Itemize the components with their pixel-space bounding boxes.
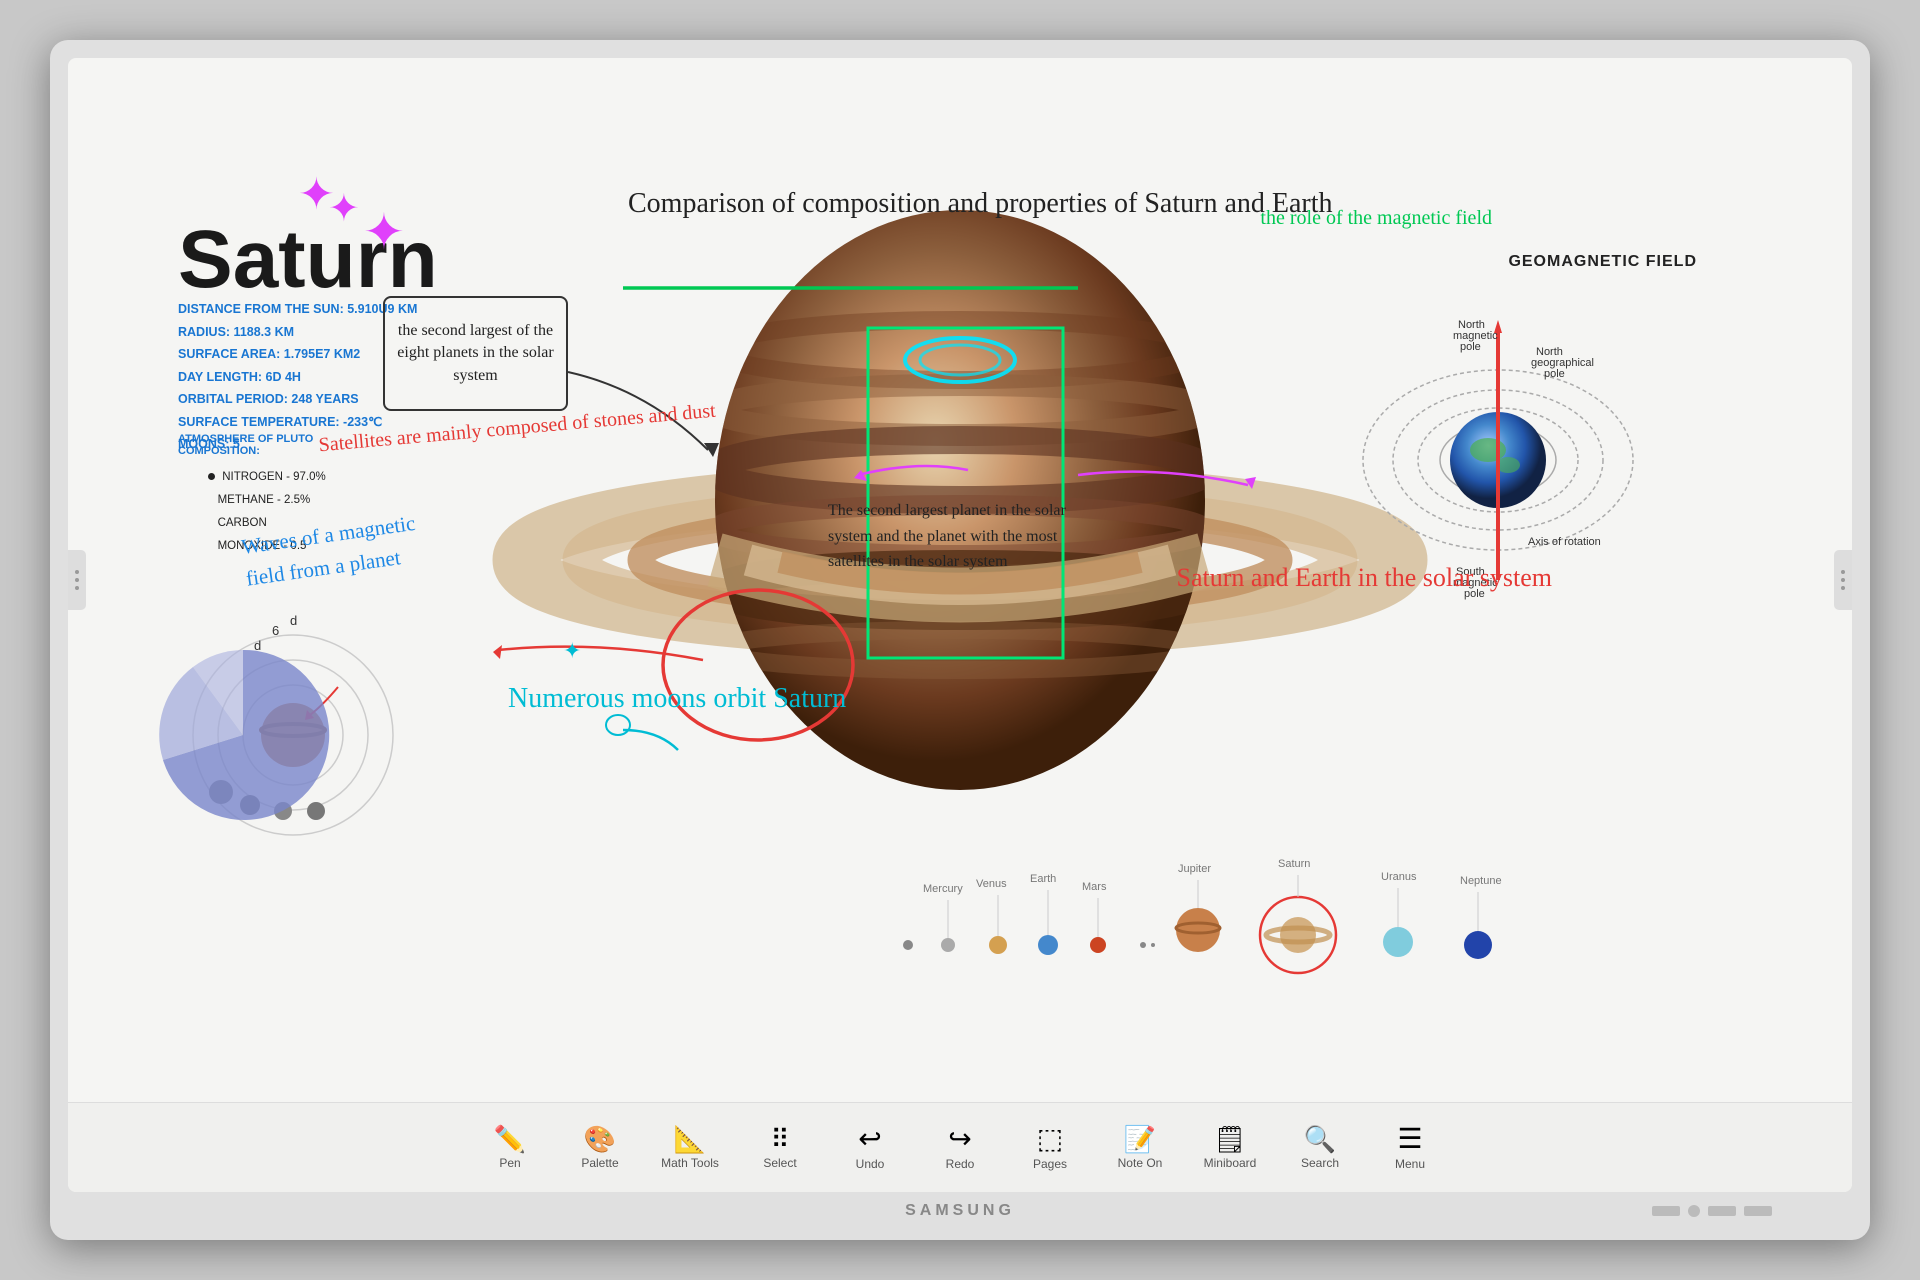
- saturn-title: Saturn: [178, 213, 438, 307]
- note-on-label: Note On: [1118, 1156, 1163, 1170]
- select-icon: ⠿: [770, 1126, 789, 1152]
- pages-tool[interactable]: ⬚ Pages: [1010, 1113, 1090, 1183]
- svg-text:d: d: [290, 613, 297, 628]
- star-decoration-3: ✦: [363, 203, 405, 261]
- palette-icon: 🎨: [584, 1126, 616, 1152]
- undo-label: Undo: [856, 1157, 885, 1171]
- undo-icon: ↩: [858, 1125, 881, 1153]
- second-largest-box: the second largest of the eight planets …: [383, 296, 568, 411]
- svg-text:pole: pole: [1544, 368, 1565, 380]
- miniboard-tool[interactable]: 🗒 Miniboard: [1190, 1113, 1270, 1183]
- redo-tool[interactable]: ↪ Redo: [920, 1113, 1000, 1183]
- pen-tool[interactable]: ✏️ Pen: [470, 1113, 550, 1183]
- svg-text:Jupiter: Jupiter: [1178, 863, 1211, 875]
- main-heading: Comparison of composition and properties…: [628, 183, 1333, 225]
- svg-text:magnetic: magnetic: [1453, 330, 1498, 342]
- second-largest-text: The second largest planet in the solar s…: [828, 498, 1088, 575]
- select-label: Select: [763, 1156, 796, 1170]
- search-icon: 🔍: [1304, 1126, 1336, 1152]
- menu-icon: ☰: [1397, 1125, 1422, 1153]
- atmosphere-title: ATMOSPHERE OF PLUTO COMPOSITION:: [178, 433, 313, 457]
- svg-text:✦: ✦: [563, 638, 581, 663]
- geomagnetic-title: GEOMAGNETIC FIELD: [1508, 253, 1697, 271]
- redo-icon: ↪: [948, 1125, 971, 1153]
- miniboard-label: Miniboard: [1204, 1156, 1257, 1170]
- palette-tool[interactable]: 🎨 Palette: [560, 1113, 640, 1183]
- star-decoration-1: ✦: [298, 173, 335, 217]
- svg-text:Venus: Venus: [976, 878, 1007, 890]
- svg-text:Saturn: Saturn: [1278, 858, 1310, 870]
- brand-label: SAMSUNG: [905, 1202, 1015, 1220]
- svg-text:geographical: geographical: [1531, 357, 1594, 369]
- toolbar: ✏️ Pen 🎨 Palette 📐 Math Tools ⠿ Select ↩…: [68, 1102, 1852, 1192]
- miniboard-icon: 🗒: [1213, 1126, 1246, 1152]
- svg-text:Mercury: Mercury: [923, 883, 963, 895]
- palette-label: Palette: [581, 1156, 618, 1170]
- svg-text:North: North: [1458, 319, 1485, 331]
- magnetic-role-text: the role of the magnetic field: [1260, 203, 1492, 233]
- math-label: Math Tools: [661, 1156, 719, 1170]
- search-tool[interactable]: 🔍 Search: [1280, 1113, 1360, 1183]
- port-indicator-2: [1708, 1206, 1736, 1216]
- note-on-tool[interactable]: 📝 Note On: [1100, 1113, 1180, 1183]
- pages-label: Pages: [1033, 1157, 1067, 1171]
- left-handle[interactable]: [68, 550, 86, 610]
- svg-text:Earth: Earth: [1030, 873, 1056, 885]
- svg-text:pole: pole: [1460, 341, 1481, 353]
- svg-text:North: North: [1536, 346, 1563, 358]
- svg-text:Mars: Mars: [1082, 881, 1107, 893]
- screen: ✦ North magnetic pole North: [68, 58, 1852, 1192]
- right-handle[interactable]: [1834, 550, 1852, 610]
- menu-label: Menu: [1395, 1157, 1425, 1171]
- note-on-icon: 📝: [1124, 1126, 1156, 1152]
- pages-icon: ⬚: [1037, 1125, 1063, 1153]
- pen-label: Pen: [499, 1156, 520, 1170]
- math-icon: 📐: [674, 1126, 706, 1152]
- svg-text:d: d: [254, 638, 261, 653]
- port-indicator-1: [1652, 1206, 1680, 1216]
- redo-label: Redo: [946, 1157, 975, 1171]
- menu-tool[interactable]: ☰ Menu: [1370, 1113, 1450, 1183]
- canvas-area[interactable]: ✦ North magnetic pole North: [68, 58, 1852, 1102]
- bottom-bezel: SAMSUNG: [68, 1192, 1852, 1230]
- math-tools-tool[interactable]: 📐 Math Tools: [650, 1113, 730, 1183]
- undo-tool[interactable]: ↩ Undo: [830, 1113, 910, 1183]
- svg-text:Axis of rotation: Axis of rotation: [1528, 536, 1601, 548]
- svg-text:Uranus: Uranus: [1381, 871, 1417, 883]
- bottom-controls: [1652, 1205, 1772, 1217]
- pen-icon: ✏️: [494, 1126, 526, 1152]
- svg-text:6: 6: [272, 623, 279, 638]
- moons-text: Numerous moons orbit Saturn: [508, 678, 846, 720]
- select-tool[interactable]: ⠿ Select: [740, 1113, 820, 1183]
- port-indicator-3: [1744, 1206, 1772, 1216]
- monitor: ✦ North magnetic pole North: [50, 40, 1870, 1240]
- power-button[interactable]: [1688, 1205, 1700, 1217]
- star-decoration-2: ✦: [328, 186, 360, 231]
- svg-text:Neptune: Neptune: [1460, 875, 1502, 887]
- saturn-earth-text: Saturn and Earth in the solar system: [1177, 558, 1552, 597]
- search-label: Search: [1301, 1156, 1339, 1170]
